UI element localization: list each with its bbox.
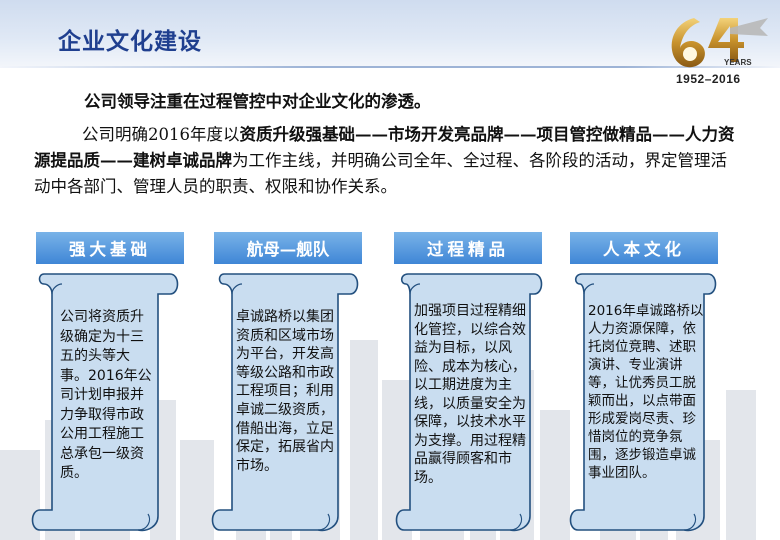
- scroll-text-fleet: 卓诚路桥以集团资质和区域市场为平台，开发高等级公路和市政工程项目；利用卓诚二级资…: [236, 309, 334, 474]
- scroll-card-fleet: 卓诚路桥以集团资质和区域市场为平台，开发高等级公路和市政工程项目；利用卓诚二级资…: [210, 268, 362, 536]
- logo-year-range: 1952–2016: [676, 72, 741, 86]
- scroll-card-culture: 2016年卓诚路桥以人力资源保障，依托岗位竞聘、述职演讲、专业演讲等，让优秀员工…: [568, 268, 720, 536]
- scroll-card-process: 加强项目过程精细化管控，以综合效益为目标，以风险、成本为核心，以工期进度为主线，…: [394, 268, 546, 536]
- intro-body-prefix: 公司明确2016年度以: [82, 125, 240, 144]
- header-divider: [0, 66, 780, 68]
- scroll-text-process: 加强项目过程精细化管控，以综合效益为目标，以风险、成本为核心，以工期进度为主线，…: [414, 303, 526, 486]
- anniversary-logo: YEARS 1952–2016: [668, 14, 774, 88]
- tab-process-quality: 过程精品: [394, 232, 542, 264]
- logo-years-text: YEARS: [724, 58, 752, 67]
- tab-strong-foundation: 强大基础: [36, 232, 184, 264]
- tab-people-culture: 人本文化: [570, 232, 718, 264]
- page-title: 企业文化建设: [58, 28, 202, 55]
- intro-paragraph: 公司明确2016年度以资质升级强基础——市场开发亮品牌——项目管控做精品——人力…: [34, 122, 740, 200]
- tab-carrier-fleet: 航母—舰队: [214, 232, 362, 264]
- scroll-card-foundation: 公司将资质升级确定为十三五的头等大事。2016年公司计划申报并力争取得市政公用工…: [30, 268, 182, 536]
- scroll-text-foundation: 公司将资质升级确定为十三五的头等大事。2016年公司计划申报并力争取得市政公用工…: [60, 309, 152, 481]
- scroll-text-culture: 2016年卓诚路桥以人力资源保障，依托岗位竞聘、述职演讲、专业演讲等，让优秀员工…: [588, 303, 704, 481]
- intro-lead: 公司领导注重在过程管控中对企业文化的渗透。: [84, 92, 431, 111]
